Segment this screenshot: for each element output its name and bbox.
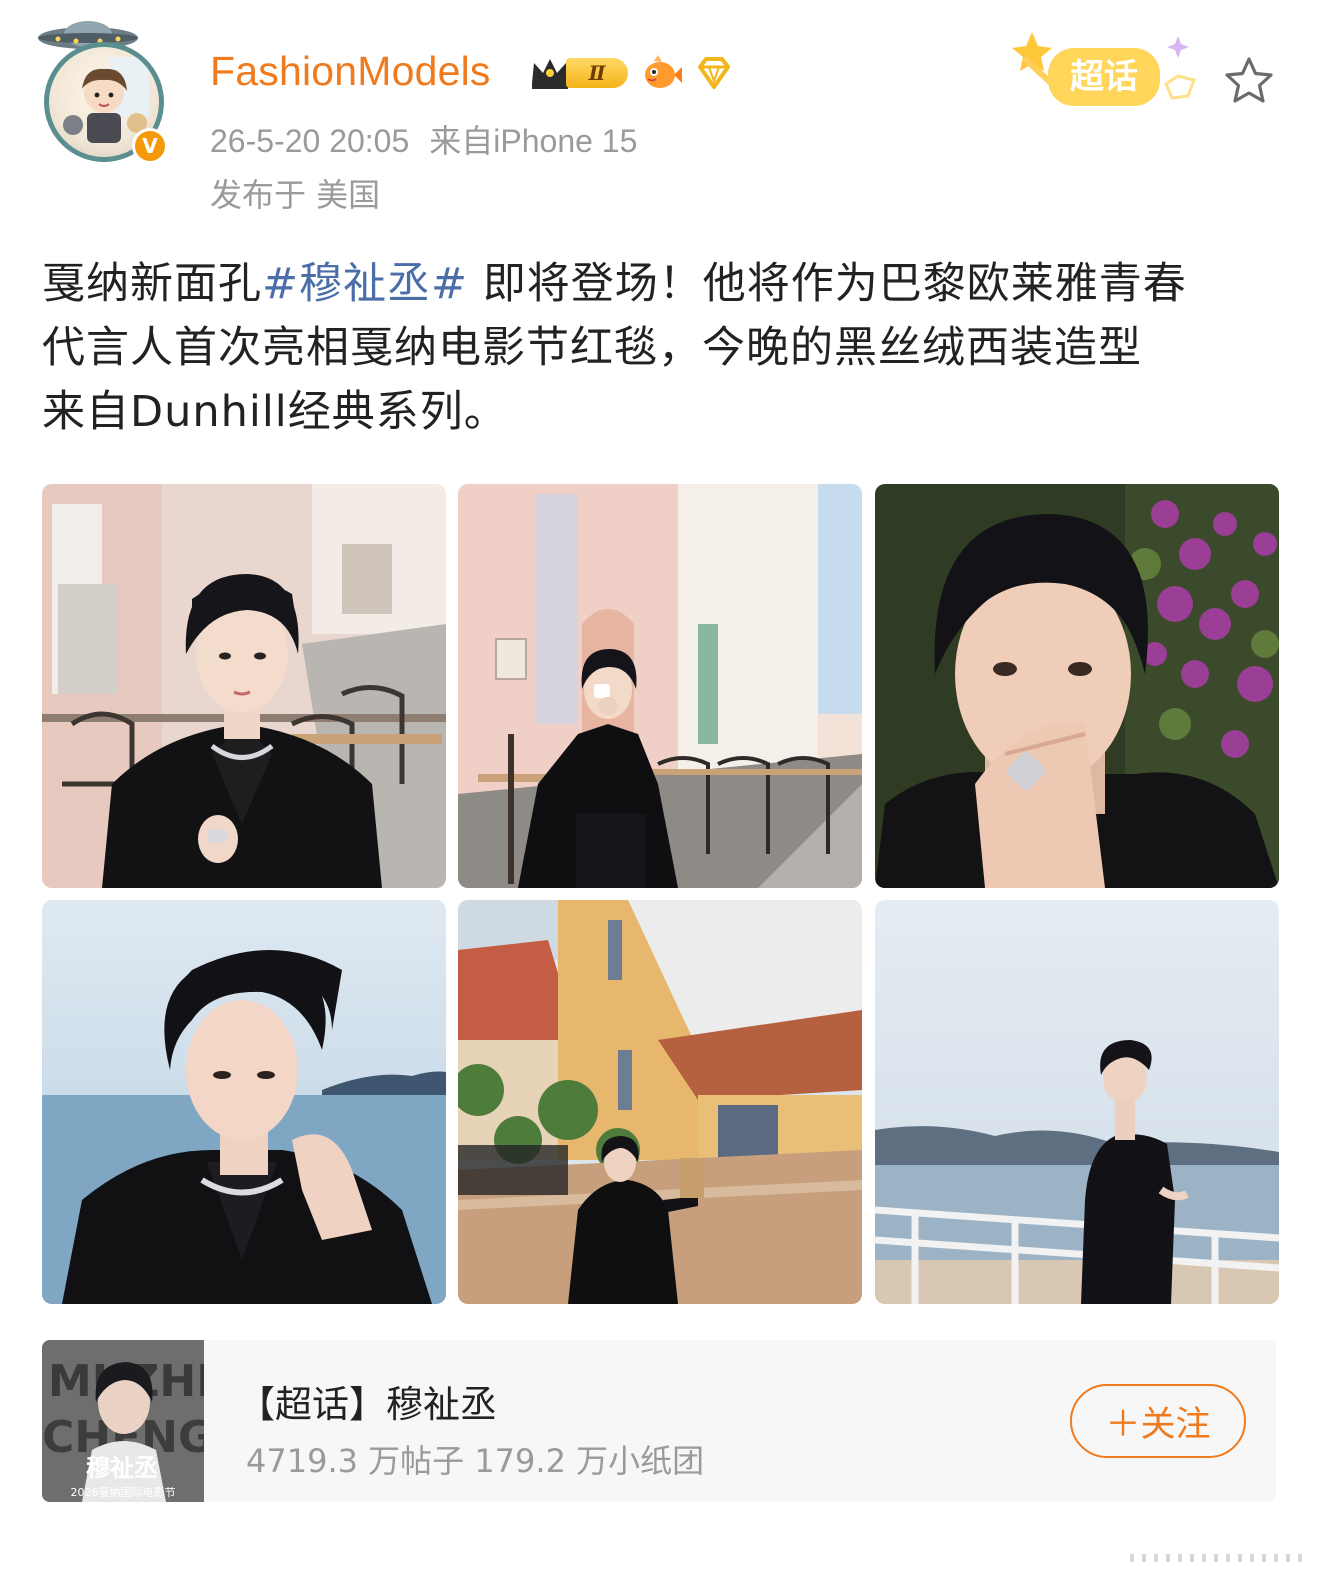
- photo-6[interactable]: [875, 900, 1279, 1304]
- star-icon[interactable]: [1222, 54, 1276, 108]
- weibo-post-card: V FashionModels Ⅱ 26-5-20 20:05 来自iPhone …: [0, 0, 1320, 1570]
- post-timestamp: 26-5-20 20:05: [210, 123, 410, 159]
- post-line-1-before: 戛纳新面孔: [42, 259, 262, 309]
- user-badges: Ⅱ: [528, 50, 736, 96]
- rank-level: Ⅱ: [566, 58, 628, 88]
- watermark-dots: [1130, 1554, 1302, 1562]
- supertopic-title[interactable]: 【超话】穆祉丞: [238, 1374, 497, 1428]
- follow-button[interactable]: ＋关注: [1070, 1384, 1246, 1458]
- post-text: 戛纳新面孔#穆祉丞# 即将登场！他将作为巴黎欧莱雅青春 代言人首次亮相戛纳电影节…: [42, 252, 1272, 444]
- photo-1[interactable]: [42, 484, 446, 888]
- thumb-name: 穆祉丞: [86, 1454, 158, 1482]
- photo-2[interactable]: [458, 484, 862, 888]
- hashtag-link[interactable]: #穆祉丞#: [262, 259, 468, 309]
- post-line-3: 来自Dunhill经典系列。: [42, 387, 508, 437]
- post-line-2: 代言人首次亮相戛纳电影节红毯，今晚的黑丝绒西装造型: [42, 323, 1142, 373]
- avatar-group[interactable]: V: [36, 14, 176, 164]
- photo-5[interactable]: [458, 900, 862, 1304]
- supertopic-thumbnail: MUZHI CHENG 穆祉丞 2026戛纳国际电影节: [42, 1340, 204, 1502]
- supertopic-stats: 4719.3 万帖子 179.2 万小纸团: [246, 1442, 705, 1480]
- thumb-caption: 2026戛纳国际电影节: [71, 1486, 176, 1499]
- supertopic-label: 超话: [1070, 57, 1138, 97]
- post-line-1-after: 即将登场！他将作为巴黎欧莱雅青春: [468, 259, 1187, 309]
- username[interactable]: FashionModels: [210, 48, 491, 95]
- fish-icon[interactable]: [638, 51, 682, 95]
- post-source: 来自iPhone 15: [429, 123, 638, 159]
- post-line-1: 戛纳新面孔#穆祉丞# 即将登场！他将作为巴黎欧莱雅青春: [42, 252, 1272, 316]
- post-location: 发布于 美国: [210, 176, 381, 214]
- supertopic-icon[interactable]: 超话: [1002, 26, 1212, 118]
- verified-icon: V: [132, 128, 168, 164]
- photo-4[interactable]: [42, 900, 446, 1304]
- photo-grid: [42, 484, 1279, 1304]
- rank-badge[interactable]: Ⅱ: [528, 55, 628, 91]
- diamond-icon[interactable]: [692, 51, 736, 95]
- photo-3[interactable]: [875, 484, 1279, 888]
- supertopic-card[interactable]: MUZHI CHENG 穆祉丞 2026戛纳国际电影节 【超话】穆祉丞 4719…: [42, 1340, 1276, 1502]
- post-meta: 26-5-20 20:05 来自iPhone 15: [210, 116, 657, 162]
